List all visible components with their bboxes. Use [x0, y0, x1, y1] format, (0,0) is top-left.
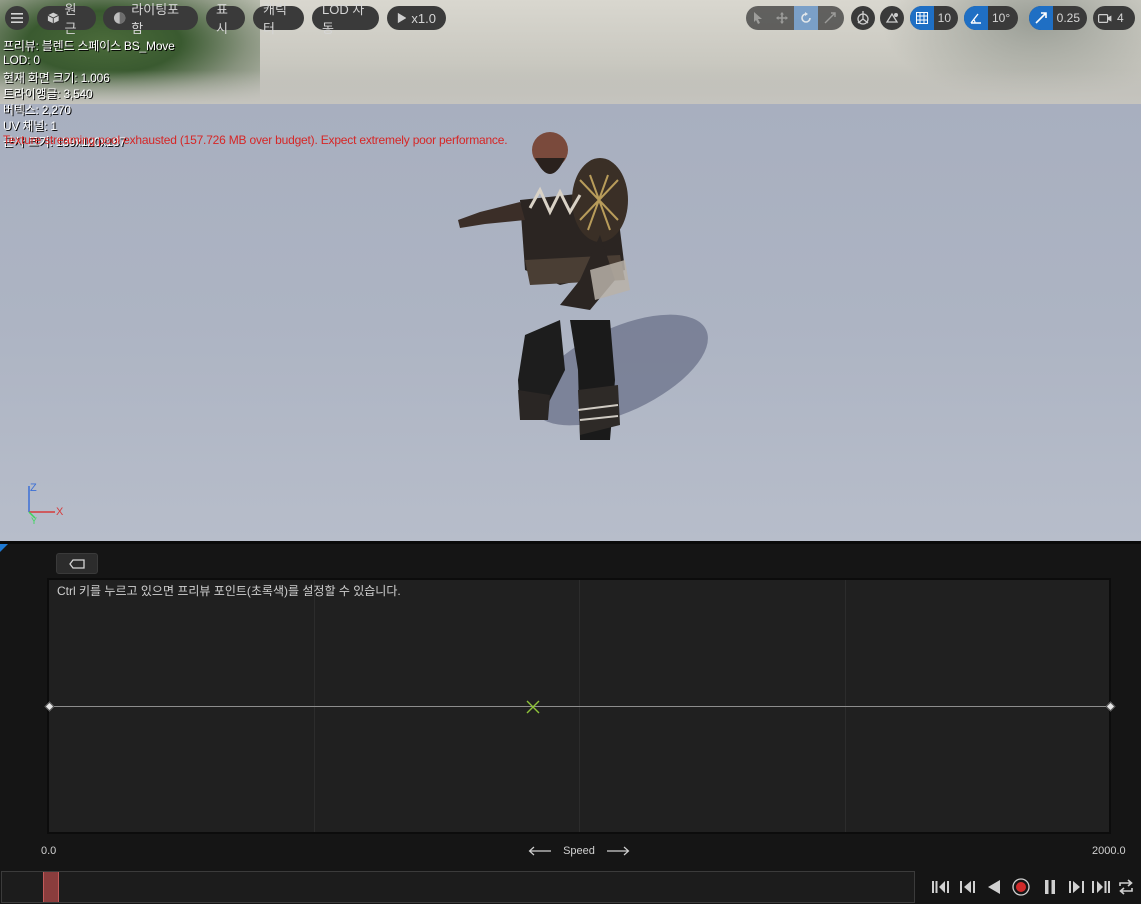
play-speed-button[interactable]: x1.0	[387, 6, 446, 30]
grid-icon	[915, 12, 928, 24]
timeline-scrubber[interactable]	[43, 872, 59, 902]
play-icon	[397, 12, 407, 24]
grid-snap-group[interactable]: 10	[910, 6, 958, 30]
character-label: 캐릭터	[263, 2, 287, 36]
scale-icon	[824, 12, 836, 24]
step-forward-button[interactable]	[1066, 878, 1086, 896]
camera-speed-value[interactable]: 4	[1117, 6, 1131, 30]
character-button[interactable]: 캐릭터	[253, 2, 304, 36]
scale-snap-icon	[1035, 12, 1047, 24]
triangle-count-text: 트라이앵글: 3,540	[3, 87, 93, 101]
axis-gizmo: Z X Y	[28, 482, 64, 526]
lod-label: LOD 자동	[322, 2, 365, 36]
timeline-track[interactable]	[1, 871, 915, 903]
axis-x-label: X	[56, 506, 64, 518]
skip-to-end-icon	[1092, 881, 1110, 893]
step-back-button[interactable]	[958, 878, 978, 896]
lighting-label: 라이팅포함	[131, 2, 180, 36]
arrow-left-icon	[528, 846, 551, 856]
lod-button[interactable]: LOD 자동	[312, 2, 379, 36]
axis-min-label: 0.0	[41, 845, 57, 857]
angle-icon	[970, 13, 981, 24]
cursor-icon	[754, 12, 762, 24]
grid-snap-toggle[interactable]	[910, 6, 934, 30]
axis-y-label: Y	[31, 516, 37, 526]
surface-snap-icon	[885, 12, 899, 23]
translate-tool[interactable]	[770, 6, 794, 30]
texture-streaming-warning: Texture streaming pool exhausted (157.72…	[3, 133, 508, 147]
axis-name-group: Speed	[528, 843, 630, 859]
vertex-count-text: 버텍스: 2,270	[3, 103, 71, 117]
blend-axis-line	[49, 706, 1111, 707]
axis-name-label: Speed	[563, 845, 595, 857]
lighting-sphere-icon	[113, 12, 126, 24]
animation-editor: 원근 라이팅포함 표시 캐릭터 LOD 자동 x1.0 10 10° 0.25 …	[0, 0, 1141, 904]
step-forward-icon	[1069, 881, 1084, 893]
skip-to-start-button[interactable]	[932, 878, 952, 896]
skip-to-start-icon	[932, 881, 949, 893]
rotation-snap-toggle[interactable]	[964, 6, 988, 30]
loop-button[interactable]	[1116, 878, 1136, 896]
grid-snap-value[interactable]: 10	[934, 6, 958, 30]
lod-info-text: LOD: 0	[3, 53, 40, 67]
axis-z-label: Z	[30, 482, 37, 494]
transform-mode-group	[746, 6, 844, 30]
record-icon	[1012, 878, 1030, 896]
loop-icon	[1119, 879, 1133, 895]
skip-to-end-button[interactable]	[1090, 878, 1110, 896]
show-button[interactable]: 표시	[206, 2, 245, 36]
hamburger-icon	[11, 13, 23, 23]
preview-viewport[interactable]: 원근 라이팅포함 표시 캐릭터 LOD 자동 x1.0 10 10° 0.25 …	[0, 0, 1141, 541]
arrow-right-icon	[607, 846, 630, 856]
surface-snap-button[interactable]	[880, 6, 904, 30]
preview-info-text: 프리뷰: 블렌드 스페이스 BS_Move	[3, 39, 175, 53]
camera-speed-group[interactable]: 4	[1093, 6, 1135, 30]
play-reverse-icon	[988, 880, 1000, 894]
coordinate-system-button[interactable]	[851, 6, 875, 30]
preview-hint-text: Ctrl 키를 누르고 있으면 프리뷰 포인트(초록색)를 설정할 수 있습니다…	[57, 584, 401, 598]
tag-button[interactable]	[56, 553, 98, 574]
blend-space-grid[interactable]: Ctrl 키를 누르고 있으면 프리뷰 포인트(초록색)를 설정할 수 있습니다…	[44, 578, 1116, 834]
perspective-button[interactable]: 원근	[37, 2, 96, 36]
show-label: 표시	[216, 2, 228, 36]
cube-icon	[47, 12, 59, 24]
screen-size-text: 현재 화면 크기: 1.006	[3, 71, 110, 85]
move-arrows-icon	[776, 12, 788, 24]
world-axis-icon	[857, 11, 869, 25]
pause-button[interactable]	[1040, 878, 1060, 896]
tag-icon	[69, 558, 85, 569]
rotation-snap-value[interactable]: 10°	[988, 6, 1017, 30]
select-tool[interactable]	[746, 6, 770, 30]
camera-speed-toggle[interactable]	[1093, 6, 1117, 30]
record-button[interactable]	[1011, 878, 1031, 896]
play-reverse-button[interactable]	[984, 878, 1004, 896]
rotate-icon	[801, 12, 811, 23]
axis-max-label: 2000.0	[1092, 845, 1126, 857]
preview-point-marker[interactable]	[525, 699, 541, 715]
character-mesh-preview	[458, 132, 708, 440]
scale-snap-toggle[interactable]	[1029, 6, 1053, 30]
pause-icon	[1045, 880, 1055, 894]
panel-corner-marker	[0, 544, 8, 552]
perspective-label: 원근	[64, 2, 77, 36]
scale-snap-group[interactable]: 0.25	[1029, 6, 1087, 30]
step-back-icon	[960, 881, 975, 893]
sample-point-min[interactable]	[44, 701, 55, 712]
rotation-snap-group[interactable]: 10°	[964, 6, 1018, 30]
camera-icon	[1098, 13, 1112, 23]
scale-tool[interactable]	[818, 6, 842, 30]
play-speed-label: x1.0	[411, 10, 436, 26]
background-ground	[0, 70, 1141, 105]
lighting-button[interactable]: 라이팅포함	[103, 2, 198, 36]
rotate-tool[interactable]	[794, 6, 818, 30]
scale-snap-value[interactable]: 0.25	[1053, 6, 1087, 30]
uv-channels-text: UV 채널: 1	[3, 119, 57, 133]
viewport-menu-button[interactable]	[5, 6, 29, 30]
